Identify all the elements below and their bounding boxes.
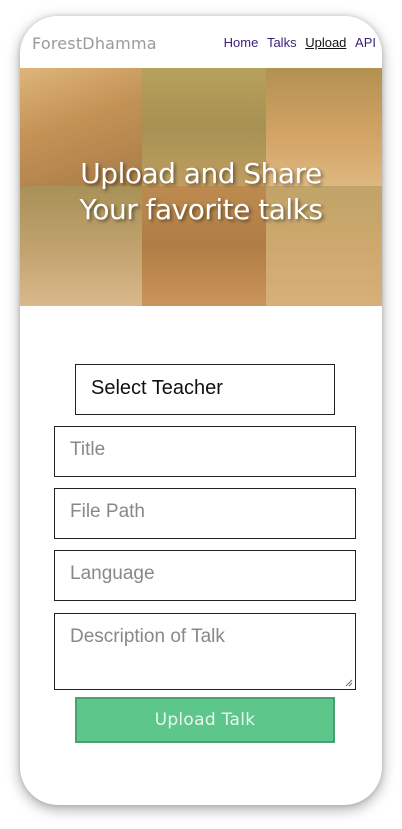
- nav-api-link[interactable]: API: [355, 35, 376, 50]
- description-textarea[interactable]: Description of Talk: [54, 613, 356, 690]
- nav-talks-link[interactable]: Talks: [267, 35, 297, 50]
- hero-title: Upload and Share Your favorite talks: [20, 156, 382, 228]
- language-input[interactable]: Language: [54, 550, 356, 601]
- teacher-select[interactable]: Select Teacher: [75, 364, 335, 415]
- title-input[interactable]: Title: [54, 426, 356, 477]
- nav-links: Home Talks Upload API: [219, 35, 376, 50]
- hero-title-line-2: Your favorite talks: [79, 193, 323, 226]
- hero-banner: Upload and Share Your favorite talks: [20, 68, 382, 306]
- resize-handle-icon[interactable]: [345, 679, 353, 687]
- nav-home-link[interactable]: Home: [224, 35, 259, 50]
- nav-upload-link[interactable]: Upload: [305, 35, 346, 50]
- upload-talk-button[interactable]: Upload Talk: [75, 697, 335, 743]
- description-placeholder: Description of Talk: [70, 626, 225, 647]
- hero-title-line-1: Upload and Share: [80, 157, 322, 190]
- file-path-input[interactable]: File Path: [54, 488, 356, 539]
- top-nav: ForestDhamma Home Talks Upload API: [20, 16, 382, 68]
- phone-frame: ForestDhamma Home Talks Upload API Uploa…: [20, 16, 382, 805]
- brand-logo[interactable]: ForestDhamma: [32, 34, 157, 53]
